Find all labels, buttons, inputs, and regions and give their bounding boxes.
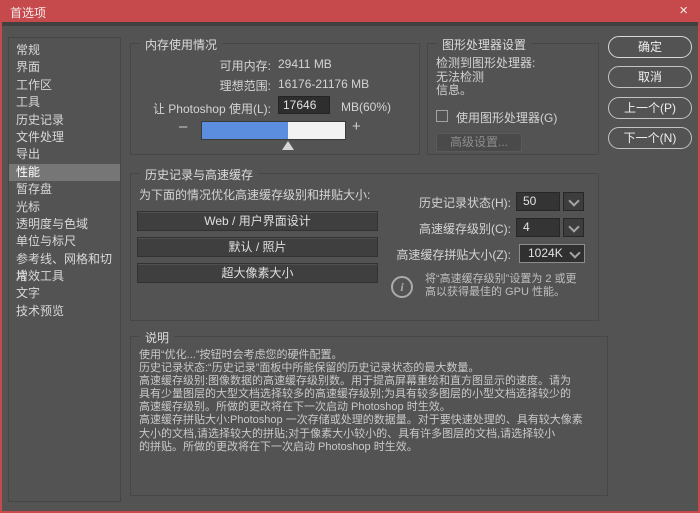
memory-usage-group: 内存使用情况 可用内存: 29411 MB 理想范围: 16176-21176 … <box>130 36 420 155</box>
sidebar-item-type[interactable]: 文字 <box>9 285 120 302</box>
cancel-button[interactable]: 取消 <box>608 66 692 88</box>
history-states-label: 历史记录状态(H): <box>419 196 511 210</box>
detected-gpu-value: 无法检测 信息。 <box>436 70 485 97</box>
sidebar-item-history-log[interactable]: 历史记录 <box>9 112 120 129</box>
memory-slider[interactable] <box>201 121 346 140</box>
graphics-processor-group: 图形处理器设置 检测到图形处理器: 无法检测 信息。 使用图形处理器(G) 高级… <box>427 36 599 155</box>
preferences-nav: 常规 界面 工作区 工具 历史记录 文件处理 导出 性能 暂存盘 光标 透明度与… <box>8 37 121 502</box>
let-photoshop-use-label: 让 Photoshop 使用(L): <box>152 102 271 116</box>
sidebar-item-units-rulers[interactable]: 单位与标尺 <box>9 233 120 250</box>
sidebar-item-transparency-gamut[interactable]: 透明度与色域 <box>9 216 120 233</box>
cache-tile-size-label: 高速缓存拼贴大小(Z): <box>396 248 511 262</box>
sidebar-item-interface[interactable]: 界面 <box>9 59 120 76</box>
ok-button[interactable]: 确定 <box>608 36 692 58</box>
prev-button[interactable]: 上一个(P) <box>608 97 692 119</box>
history-states-dropdown-button[interactable] <box>563 192 584 211</box>
slider-increase-button[interactable]: + <box>352 118 361 135</box>
cache-levels-dropdown-button[interactable] <box>563 218 584 237</box>
memory-group-title: 内存使用情况 <box>140 36 223 53</box>
sidebar-item-general[interactable]: 常规 <box>9 42 120 59</box>
sidebar-item-cursors[interactable]: 光标 <box>9 199 120 216</box>
memory-usage-input[interactable] <box>278 96 330 114</box>
next-button[interactable]: 下一个(N) <box>608 127 692 149</box>
memory-slider-fill <box>202 122 288 139</box>
available-ram-label: 可用内存: <box>219 59 271 73</box>
cache-tile-size-value: 1024K <box>528 246 563 260</box>
memory-slider-thumb[interactable] <box>282 141 294 150</box>
dialog-title: 首选项 <box>10 6 47 20</box>
sidebar-item-performance[interactable]: 性能 <box>9 163 120 182</box>
history-states-field[interactable]: 50 <box>516 192 560 211</box>
titlebar-shadow <box>2 22 698 26</box>
description-group: 说明 使用“优化...”按钮时会考虑您的硬件配置。 历史记录状态:“历史记录”面… <box>130 329 608 496</box>
history-cache-group: 历史记录与高速缓存 为下面的情况优化高速缓存级别和拼贴大小: Web / 用户界… <box>130 166 599 321</box>
ideal-range-value: 16176-21176 MB <box>278 77 370 91</box>
sidebar-item-export[interactable]: 导出 <box>9 146 120 163</box>
memory-usage-suffix: MB(60%) <box>341 100 392 114</box>
close-icon[interactable]: × <box>679 2 688 19</box>
sidebar-item-guides-grid-slices[interactable]: 参考线、网格和切片 <box>9 251 120 283</box>
description-group-title: 说明 <box>140 329 175 346</box>
preset-huge-pixels-button[interactable]: 超大像素大小 <box>137 263 378 283</box>
ideal-range-label: 理想范围: <box>219 79 271 93</box>
history-cache-group-title: 历史记录与高速缓存 <box>140 166 259 183</box>
use-gpu-checkbox[interactable] <box>436 110 448 122</box>
sidebar-item-technology-previews[interactable]: 技术预览 <box>9 303 120 320</box>
description-text: 使用“优化...”按钮时会考虑您的硬件配置。 历史记录状态:“历史记录”面板中所… <box>139 349 583 453</box>
gpu-performance-note: 将“高速缓存级别”设置为 2 或更 高以获得最佳的 GPU 性能。 <box>425 273 577 298</box>
use-gpu-label[interactable]: 使用图形处理器(G) <box>456 109 557 126</box>
chevron-down-icon <box>567 221 580 233</box>
sidebar-item-plugins[interactable]: 增效工具 <box>9 268 120 285</box>
sidebar-item-file-handling[interactable]: 文件处理 <box>9 129 120 146</box>
preferences-dialog: 首选项 × 常规 界面 工作区 工具 历史记录 文件处理 导出 性能 暂存盘 光… <box>0 0 700 513</box>
chevron-down-icon <box>569 247 581 259</box>
cache-levels-field[interactable]: 4 <box>516 218 560 237</box>
detected-gpu-label: 检测到图形处理器: <box>436 56 536 70</box>
slider-decrease-button[interactable]: – <box>179 118 187 135</box>
sidebar-item-scratch-disks[interactable]: 暂存盘 <box>9 181 120 198</box>
available-ram-value: 29411 MB <box>278 57 332 71</box>
advanced-settings-button: 高级设置... <box>436 133 522 152</box>
sidebar-item-tools[interactable]: 工具 <box>9 94 120 111</box>
titlebar[interactable]: 首选项 × <box>2 0 698 22</box>
gpu-group-title: 图形处理器设置 <box>437 36 532 53</box>
cache-tile-size-select[interactable]: 1024K <box>519 244 585 263</box>
cache-levels-label: 高速缓存级别(C): <box>419 222 511 236</box>
sidebar-item-workspace[interactable]: 工作区 <box>9 77 120 94</box>
chevron-down-icon <box>567 195 580 207</box>
info-icon: i <box>391 276 413 298</box>
